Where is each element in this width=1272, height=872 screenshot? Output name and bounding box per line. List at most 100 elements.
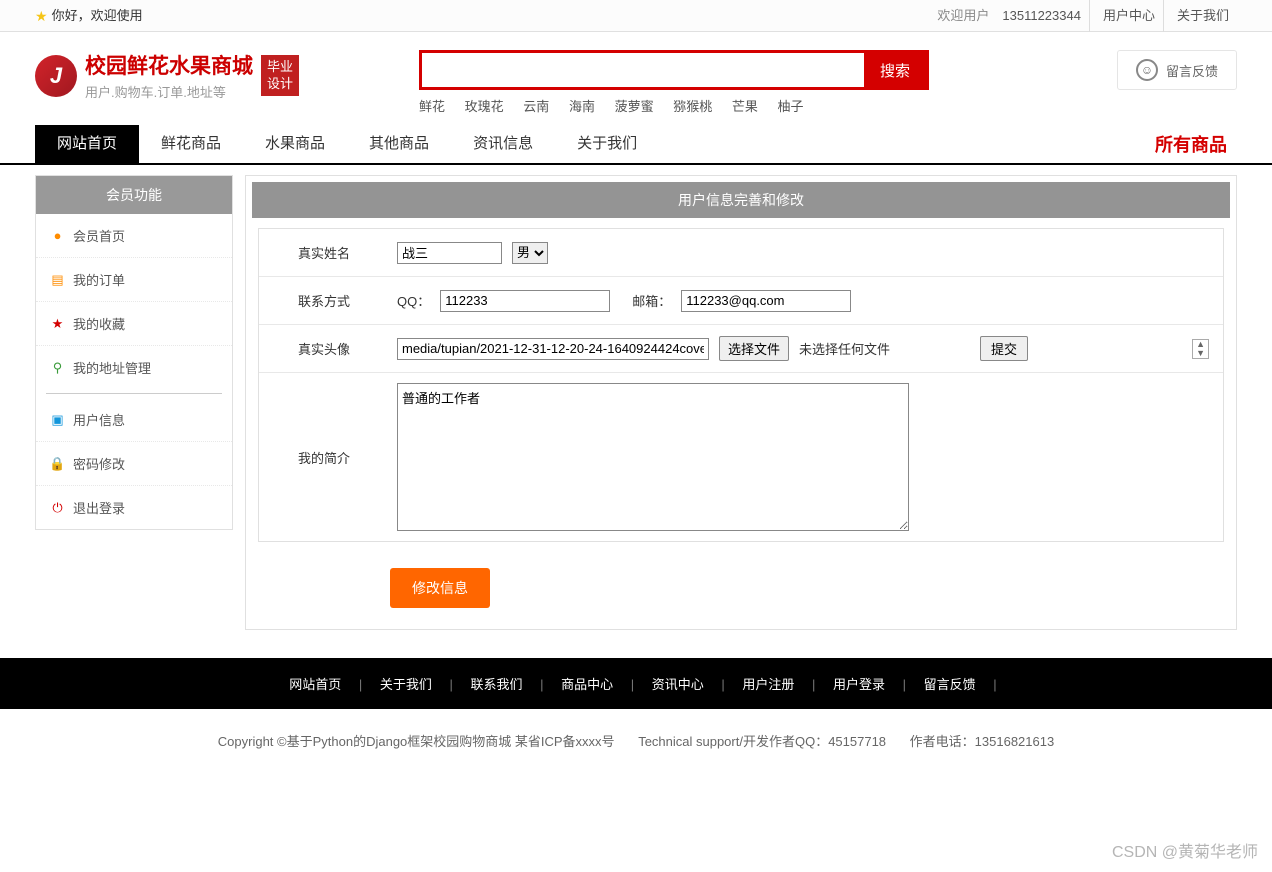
sidebar-item[interactable]: ⚲ 我的地址管理: [36, 346, 232, 389]
chevron-down-icon: ▼: [1193, 349, 1208, 358]
separator: |: [808, 677, 819, 692]
sidebar-item[interactable]: ▣ 用户信息: [36, 398, 232, 442]
separator: |: [718, 677, 729, 692]
spinner-control[interactable]: ▲▼: [1192, 339, 1209, 359]
footer-link[interactable]: 商品中心: [547, 677, 627, 692]
nav-flower[interactable]: 鲜花商品: [139, 125, 243, 163]
separator: |: [446, 677, 457, 692]
sidebar-item-label: 我的收藏: [73, 314, 125, 333]
nav-about[interactable]: 关于我们: [555, 125, 659, 163]
sidebar-item[interactable]: ● 会员首页: [36, 214, 232, 258]
submit-area: 修改信息: [246, 552, 1236, 614]
hot-word[interactable]: 鲜花: [419, 99, 445, 114]
user-icon: ▣: [50, 412, 65, 427]
hot-word[interactable]: 芒果: [732, 99, 758, 114]
sidebar-item-label: 会员首页: [73, 226, 125, 245]
nav-home[interactable]: 网站首页: [35, 125, 139, 163]
footer-link[interactable]: 用户注册: [728, 677, 808, 692]
qq-label: QQ：: [397, 291, 430, 310]
nav-fruit[interactable]: 水果商品: [243, 125, 347, 163]
address-icon: ⚲: [50, 360, 65, 375]
hot-word[interactable]: 玫瑰花: [465, 99, 504, 114]
label-realname: 真实姓名: [259, 229, 389, 276]
copy-text-1: Copyright ©基于Python的Django框架校园购物商城 某省ICP…: [218, 734, 615, 749]
watermark: CSDN @黄菊华老师: [1112, 838, 1258, 862]
footer-link[interactable]: 留言反馈: [910, 677, 990, 692]
row-realname: 真实姓名 男: [259, 229, 1223, 277]
logo-area[interactable]: J 校园鲜花水果商城 用户.购物车.订单.地址等 毕业 设计: [35, 50, 299, 101]
welcome-user-label: 欢迎用户: [937, 0, 989, 32]
logout-icon: ⏻: [50, 500, 65, 515]
sidebar: 会员功能 ●会员首页▤我的订单★我的收藏⚲我的地址管理 ▣用户信息🔒密码修改⏻退…: [35, 175, 233, 530]
hot-word[interactable]: 柚子: [778, 99, 804, 114]
separator: |: [355, 677, 366, 692]
hot-word[interactable]: 菠萝蜜: [615, 99, 654, 114]
avatar-path-input[interactable]: [397, 338, 709, 360]
search-button[interactable]: 搜索: [864, 53, 926, 87]
sidebar-separator: [46, 393, 222, 394]
sidebar-item-label: 退出登录: [73, 498, 125, 517]
search-input[interactable]: [422, 53, 864, 87]
topbar-left: ★ 你好，欢迎使用: [35, 0, 143, 31]
nav-other[interactable]: 其他商品: [347, 125, 451, 163]
badge-line2: 设计: [267, 76, 293, 93]
sidebar-item-label: 我的订单: [73, 270, 125, 289]
header: J 校园鲜花水果商城 用户.购物车.订单.地址等 毕业 设计 搜索 鲜花 玫瑰花…: [0, 32, 1272, 125]
sidebar-item-label: 用户信息: [73, 410, 125, 429]
footer-copyright: Copyright ©基于Python的Django框架校园购物商城 某省ICP…: [0, 709, 1272, 772]
row-intro: 我的简介 普通的工作者: [259, 373, 1223, 541]
email-input[interactable]: [681, 290, 851, 312]
footer-link[interactable]: 网站首页: [275, 677, 355, 692]
sidebar-item-label: 密码修改: [73, 454, 125, 473]
choose-file-button[interactable]: 选择文件: [719, 336, 789, 361]
main: 会员功能 ●会员首页▤我的订单★我的收藏⚲我的地址管理 ▣用户信息🔒密码修改⏻退…: [0, 165, 1272, 640]
sidebar-item[interactable]: ▤我的订单: [36, 258, 232, 302]
footer-link[interactable]: 联系我们: [457, 677, 537, 692]
copy-text-3: 作者电话：13516821613: [910, 734, 1055, 749]
email-label: 邮箱：: [632, 291, 671, 310]
footer-link[interactable]: 资讯中心: [638, 677, 718, 692]
gender-select[interactable]: 男: [512, 242, 548, 264]
footer-link[interactable]: 关于我们: [366, 677, 446, 692]
topbar: ★ 你好，欢迎使用 欢迎用户 13511223344 用户中心 关于我们: [0, 0, 1272, 32]
feedback-label: 留言反馈: [1166, 61, 1218, 80]
sidebar-item[interactable]: 🔒密码修改: [36, 442, 232, 486]
hot-word[interactable]: 猕猴桃: [673, 99, 712, 114]
footer-link[interactable]: 用户登录: [819, 677, 899, 692]
label-avatar: 真实头像: [259, 325, 389, 372]
home-icon: ●: [50, 228, 65, 243]
separator: |: [537, 677, 548, 692]
search-box: 搜索: [419, 50, 929, 90]
nav-news[interactable]: 资讯信息: [451, 125, 555, 163]
star-icon: ★: [50, 316, 65, 331]
user-center-link[interactable]: 用户中心: [1095, 0, 1164, 32]
logo-icon: J: [35, 55, 77, 97]
nav-all-products[interactable]: 所有商品: [1155, 131, 1237, 157]
separator: |: [990, 677, 997, 692]
hot-words: 鲜花 玫瑰花 云南 海南 菠萝蜜 猕猴桃 芒果 柚子: [419, 96, 929, 115]
footer-nav: 网站首页 | 关于我们 | 联系我们 | 商品中心 | 资讯中心 | 用户注册 …: [0, 658, 1272, 709]
site-subtitle: 用户.购物车.订单.地址等: [85, 82, 253, 101]
main-nav: 网站首页 鲜花商品 水果商品 其他商品 资讯信息 关于我们 所有商品: [0, 125, 1272, 165]
sidebar-item[interactable]: ★ 我的收藏: [36, 302, 232, 346]
sidebar-item-label: 我的地址管理: [73, 358, 151, 377]
hot-word[interactable]: 云南: [523, 99, 549, 114]
content: 用户信息完善和修改 真实姓名 男 联系方式 QQ： 邮箱： 真实头像: [245, 175, 1237, 630]
intro-textarea[interactable]: 普通的工作者: [397, 383, 909, 531]
content-title: 用户信息完善和修改: [252, 182, 1230, 218]
about-link[interactable]: 关于我们: [1169, 0, 1237, 32]
user-phone-link[interactable]: 13511223344: [994, 0, 1090, 32]
star-icon: ★: [35, 0, 48, 32]
qq-input[interactable]: [440, 290, 610, 312]
separator: |: [627, 677, 638, 692]
feedback-button[interactable]: ☺ 留言反馈: [1117, 50, 1237, 90]
badge: 毕业 设计: [261, 55, 299, 97]
label-intro: 我的简介: [259, 373, 389, 541]
sidebar-item[interactable]: ⏻ 退出登录: [36, 486, 232, 529]
upload-button[interactable]: 提交: [980, 336, 1028, 361]
topbar-right: 欢迎用户 13511223344 用户中心 关于我们: [937, 0, 1237, 31]
hot-word[interactable]: 海南: [569, 99, 595, 114]
realname-input[interactable]: [397, 242, 502, 264]
submit-button[interactable]: 修改信息: [390, 568, 490, 608]
welcome-text: 你好，欢迎使用: [52, 0, 143, 32]
